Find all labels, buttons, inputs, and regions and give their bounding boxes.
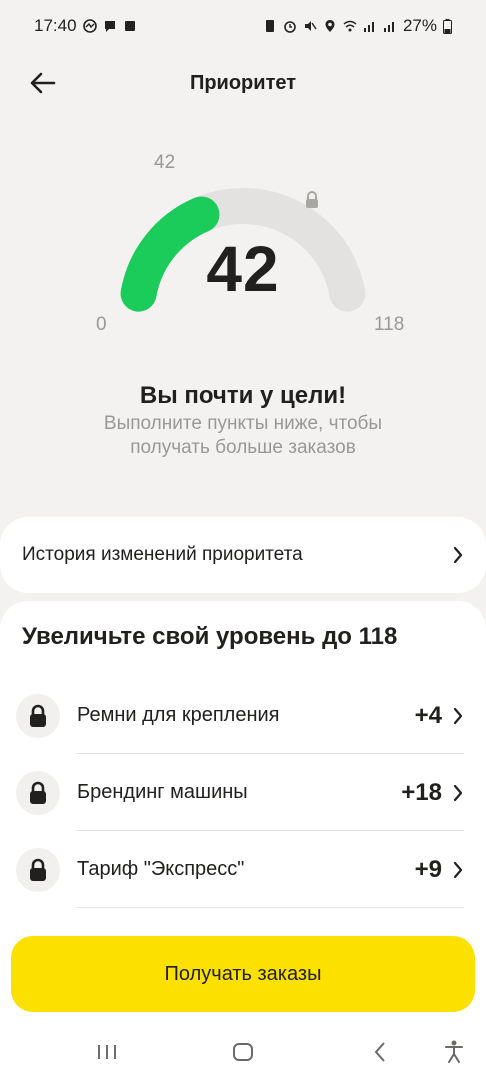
accessibility-icon	[445, 1040, 463, 1063]
home-button[interactable]	[223, 1038, 263, 1066]
lock-icon	[30, 858, 46, 881]
chevron-right-icon	[453, 861, 463, 878]
battery-percent: 27%	[402, 16, 437, 35]
accessibility-button[interactable]	[434, 1038, 474, 1066]
gauge-max-label: 118	[374, 314, 405, 335]
gauge-value: 42	[206, 233, 280, 305]
task-points: +9	[414, 855, 442, 883]
task-lock-badge	[16, 847, 60, 892]
mute-icon	[304, 21, 317, 31]
chat-icon	[104, 21, 115, 32]
task-points: +18	[401, 778, 442, 806]
task-label: Тариф "Экспресс"	[77, 858, 245, 880]
status-right: 27%	[263, 16, 452, 36]
gauge-current-marker: 42	[154, 152, 176, 173]
task-lock-badge	[16, 770, 60, 815]
task-points: +4	[414, 701, 442, 729]
wifi-icon	[343, 20, 357, 32]
gauge-min-label: 0	[96, 314, 107, 335]
chevron-right-icon	[453, 707, 463, 724]
priority-history-button[interactable]: История изменений приоритета	[0, 517, 486, 593]
status-bar: 17:40 27%	[0, 0, 486, 52]
signal-icon	[363, 22, 374, 32]
chevron-right-icon	[453, 546, 463, 564]
subtext: Выполните пункты ниже, чтобы получать бо…	[103, 413, 383, 458]
alarm-icon	[284, 21, 296, 33]
history-label: История изменений приоритета	[22, 544, 303, 565]
page-title: Приоритет	[189, 71, 297, 94]
get-orders-button[interactable]: Получать заказы	[11, 936, 475, 1012]
lock-icon	[306, 191, 318, 208]
lock-icon	[30, 704, 46, 727]
location-icon	[325, 20, 335, 32]
chevron-right-icon	[453, 784, 463, 801]
arrow-left-icon	[30, 72, 56, 94]
status-time: 17:40	[34, 16, 77, 35]
system-back-button[interactable]	[360, 1038, 400, 1066]
home-icon	[233, 1043, 253, 1061]
tasks-title: Увеличьте свой уровень до 118	[22, 623, 398, 650]
system-back-icon	[374, 1042, 385, 1062]
task-lock-badge	[16, 693, 60, 738]
task-row-branding[interactable]: Брендинг машины +18	[0, 754, 486, 831]
recent-apps-button[interactable]	[87, 1038, 127, 1066]
task-row-straps[interactable]: Ремни для крепления +4	[0, 677, 486, 754]
app-notification-icon	[124, 21, 135, 31]
system-nav-bar	[0, 1024, 486, 1080]
sim-icon	[265, 20, 274, 32]
lock-icon	[30, 781, 46, 804]
header: Приоритет	[0, 56, 486, 110]
recent-apps-icon	[98, 1045, 116, 1059]
status-left: 17:40	[34, 16, 137, 36]
divider	[77, 907, 464, 908]
task-label: Брендинг машины	[77, 781, 248, 803]
signal-icon-2	[383, 22, 394, 32]
back-button[interactable]	[24, 66, 62, 100]
headline: Вы почти у цели!	[139, 382, 347, 409]
activity-icon	[82, 19, 97, 33]
task-label: Ремни для крепления	[77, 704, 280, 726]
task-row-express[interactable]: Тариф "Экспресс" +9	[0, 831, 486, 908]
battery-icon	[443, 18, 452, 34]
